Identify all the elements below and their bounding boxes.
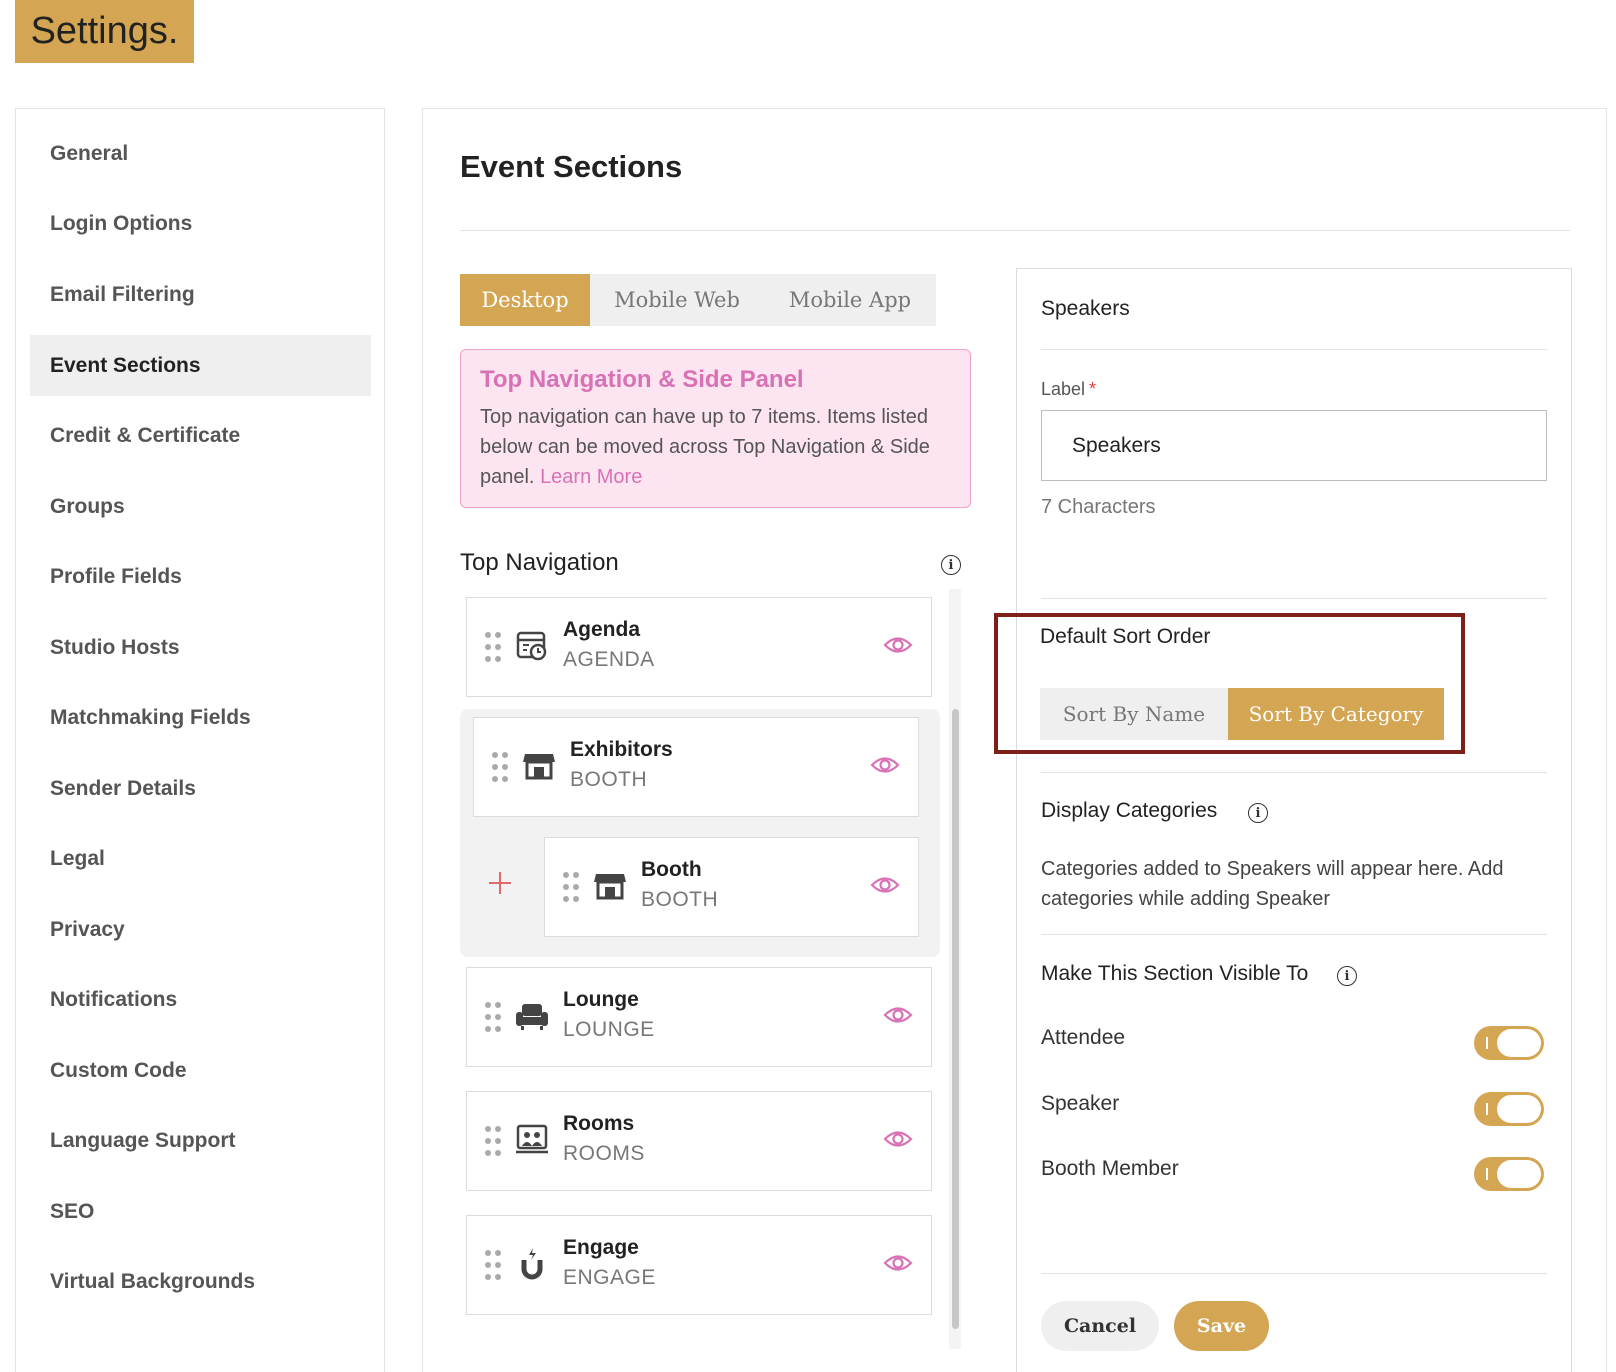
- nav-item-type: AGENDA: [563, 648, 655, 671]
- display-categories-title: Display Categories: [1041, 799, 1218, 822]
- divider: [1041, 349, 1547, 350]
- sidebar-item-custom-code[interactable]: Custom Code: [30, 1040, 371, 1101]
- nav-item-type: ENGAGE: [563, 1266, 656, 1289]
- nav-item-name: Booth: [641, 858, 702, 881]
- drag-handle-icon[interactable]: [485, 632, 503, 662]
- required-mark: *: [1089, 379, 1097, 399]
- sidebar-item-event-sections[interactable]: Event Sections: [30, 335, 371, 396]
- section-settings-panel: Speakers Label* 7 Characters Display Cat…: [1016, 268, 1572, 1372]
- label-input[interactable]: [1041, 410, 1547, 481]
- nav-item-type: ROOMS: [563, 1142, 645, 1165]
- cancel-button[interactable]: Cancel: [1041, 1301, 1159, 1351]
- eye-icon[interactable]: [883, 634, 913, 656]
- drag-handle-icon[interactable]: [485, 1002, 503, 1032]
- eye-icon[interactable]: [883, 1004, 913, 1026]
- role-booth-member-label: Booth Member: [1041, 1157, 1179, 1180]
- notice-title: Top Navigation & Side Panel: [480, 366, 804, 393]
- learn-more-link[interactable]: Learn More: [540, 466, 642, 488]
- nav-item-engage[interactable]: Engage ENGAGE: [466, 1215, 932, 1315]
- add-icon[interactable]: [488, 871, 512, 895]
- nav-item-type: BOOTH: [641, 888, 719, 911]
- calendar-clock-icon: [516, 631, 547, 661]
- nav-item-type: LOUNGE: [563, 1018, 655, 1041]
- divider: [1041, 598, 1547, 599]
- highlight-box: [994, 613, 1465, 754]
- notice-text: Top navigation can have up to 7 items. I…: [480, 402, 951, 492]
- scrollbar-thumb[interactable]: [952, 709, 959, 1329]
- sidebar-item-groups[interactable]: Groups: [30, 476, 371, 537]
- sidebar-item-legal[interactable]: Legal: [30, 828, 371, 889]
- display-categories-text: Categories added to Speakers will appear…: [1041, 858, 1504, 910]
- store-icon: [523, 754, 555, 780]
- eye-icon[interactable]: [883, 1252, 913, 1274]
- drag-handle-icon[interactable]: [492, 752, 510, 782]
- divider: [460, 230, 1570, 231]
- role-attendee-label: Attendee: [1041, 1026, 1126, 1049]
- character-count: 7 Characters: [1041, 496, 1156, 518]
- divider: [1041, 934, 1547, 935]
- info-icon[interactable]: i: [1248, 803, 1268, 823]
- rooms-icon: [516, 1124, 548, 1154]
- sidebar-item-credit-certificate[interactable]: Credit & Certificate: [30, 405, 371, 466]
- drag-handle-icon[interactable]: [563, 872, 581, 902]
- store-icon: [594, 874, 626, 900]
- sidebar-item-language-support[interactable]: Language Support: [30, 1110, 371, 1171]
- info-icon[interactable]: i: [941, 555, 961, 575]
- sidebar-item-login-options[interactable]: Login Options: [30, 193, 371, 254]
- sidebar-item-privacy[interactable]: Privacy: [30, 899, 371, 960]
- label-field-label: Label *: [1041, 379, 1096, 400]
- sidebar-item-notifications[interactable]: Notifications: [30, 969, 371, 1030]
- nav-item-booth[interactable]: Booth BOOTH: [544, 837, 919, 937]
- save-button[interactable]: Save: [1174, 1301, 1269, 1351]
- settings-sidebar: General Login Options Email Filtering Ev…: [15, 108, 385, 1372]
- sidebar-item-virtual-backgrounds[interactable]: Virtual Backgrounds: [30, 1251, 371, 1312]
- divider: [1041, 1273, 1547, 1274]
- speaker-toggle[interactable]: [1474, 1092, 1544, 1126]
- nav-item-name: Lounge: [563, 988, 639, 1011]
- sidebar-item-sender-details[interactable]: Sender Details: [30, 758, 371, 819]
- sidebar-item-studio-hosts[interactable]: Studio Hosts: [30, 617, 371, 678]
- role-speaker-label: Speaker: [1041, 1092, 1120, 1115]
- info-notice: Top Navigation & Side Panel Top navigati…: [460, 349, 971, 508]
- nav-item-type: BOOTH: [570, 768, 648, 791]
- info-icon[interactable]: i: [1337, 966, 1357, 986]
- nav-item-name: Rooms: [563, 1112, 635, 1135]
- attendee-toggle[interactable]: [1474, 1026, 1544, 1060]
- page-title: Settings.: [15, 0, 194, 63]
- nav-item-name: Agenda: [563, 618, 641, 641]
- drag-handle-icon[interactable]: [485, 1126, 503, 1156]
- sidebar-item-matchmaking-fields[interactable]: Matchmaking Fields: [30, 687, 371, 748]
- platform-tabs: Desktop Mobile Web Mobile App: [460, 274, 936, 326]
- magnet-icon: [521, 1248, 543, 1280]
- visibility-title: Make This Section Visible To: [1041, 962, 1309, 985]
- sidebar-item-profile-fields[interactable]: Profile Fields: [30, 546, 371, 607]
- drag-handle-icon[interactable]: [485, 1250, 503, 1280]
- nav-item-lounge[interactable]: Lounge LOUNGE: [466, 967, 932, 1067]
- eye-icon[interactable]: [870, 754, 900, 776]
- nav-item-agenda[interactable]: Agenda AGENDA: [466, 597, 932, 697]
- section-title: Event Sections: [460, 149, 683, 184]
- nav-item-exhibitors[interactable]: Exhibitors BOOTH: [473, 717, 919, 817]
- sidebar-item-general[interactable]: General: [30, 123, 371, 184]
- nav-item-rooms[interactable]: Rooms ROOMS: [466, 1091, 932, 1191]
- tab-mobile-app[interactable]: Mobile App: [764, 274, 936, 326]
- nav-item-name: Engage: [563, 1236, 639, 1259]
- divider: [1041, 772, 1547, 773]
- sidebar-item-seo[interactable]: SEO: [30, 1181, 371, 1242]
- eye-icon[interactable]: [883, 1128, 913, 1150]
- booth-member-toggle[interactable]: [1474, 1157, 1544, 1191]
- nav-item-name: Exhibitors: [570, 738, 673, 761]
- panel-heading: Speakers: [1041, 297, 1130, 320]
- armchair-icon: [516, 1004, 548, 1030]
- tab-mobile-web[interactable]: Mobile Web: [590, 274, 764, 326]
- tab-desktop[interactable]: Desktop: [460, 274, 590, 326]
- sidebar-item-email-filtering[interactable]: Email Filtering: [30, 264, 371, 325]
- top-navigation-title: Top Navigation: [460, 549, 619, 576]
- label-text: Label: [1041, 379, 1086, 399]
- eye-icon[interactable]: [870, 874, 900, 896]
